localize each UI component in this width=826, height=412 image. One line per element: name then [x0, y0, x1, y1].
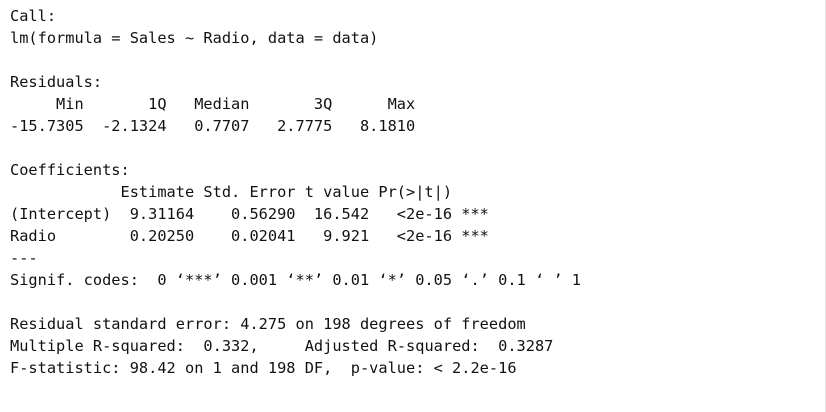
call-formula: lm(formula = Sales ~ Radio, data = data) — [10, 29, 379, 47]
r-squared: Multiple R-squared: 0.332, Adjusted R-sq… — [10, 337, 563, 355]
residual-standard-error: Residual standard error: 4.275 on 198 de… — [10, 315, 526, 333]
residuals-labels: Min 1Q Median 3Q Max — [10, 95, 425, 113]
coefficients-row-radio: Radio 0.20250 0.02041 9.921 <2e-16 *** — [10, 227, 489, 245]
residuals-header: Residuals: — [10, 73, 103, 91]
coefficients-table-header: Estimate Std. Error t value Pr(>|t|) — [10, 183, 489, 201]
separator: --- — [10, 249, 38, 267]
call-header: Call: — [10, 7, 57, 25]
signif-codes: Signif. codes: 0 ‘***’ 0.001 ‘**’ 0.01 ‘… — [10, 271, 581, 289]
coefficients-header: Coefficients: — [10, 161, 130, 179]
residuals-values: -15.7305 -2.1324 0.7707 2.7775 8.1810 — [10, 117, 425, 135]
coefficients-row-intercept: (Intercept) 9.31164 0.56290 16.542 <2e-1… — [10, 205, 489, 223]
regression-summary-output: Call: lm(formula = Sales ~ Radio, data =… — [10, 5, 810, 379]
f-statistic: F-statistic: 98.42 on 1 and 198 DF, p-va… — [10, 359, 517, 377]
